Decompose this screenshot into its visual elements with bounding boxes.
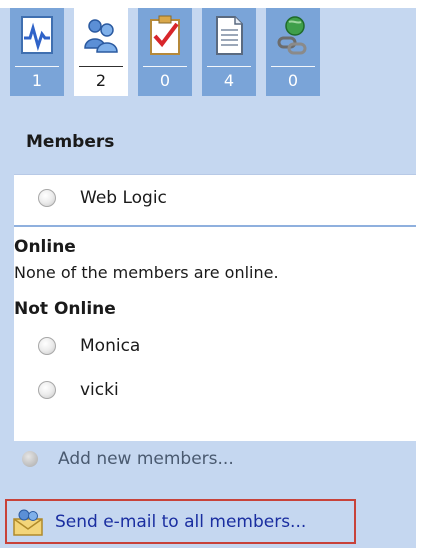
member-list: Web Logic Online None of the members are… (14, 174, 416, 441)
email-icon (13, 509, 43, 536)
tab-count: 2 (95, 71, 107, 90)
tab-tasks[interactable]: 0 (138, 8, 192, 96)
tab-activity[interactable]: 1 (10, 8, 64, 96)
send-email-label: Send e-mail to all members... (55, 511, 307, 532)
documents-icon (216, 16, 243, 55)
online-status-text: None of the members are online. (14, 263, 279, 282)
tab-links[interactable]: 0 (266, 8, 320, 96)
member-name: vicki (80, 380, 119, 400)
add-member-icon (22, 451, 38, 467)
member-name: Web Logic (80, 188, 167, 208)
activity-icon (21, 16, 53, 54)
tab-separator (271, 66, 315, 67)
tab-separator (79, 66, 123, 67)
presence-icon (38, 189, 56, 207)
tab-count: 1 (31, 71, 43, 90)
tab-bar: 1 2 0 4 0 (10, 8, 420, 96)
offline-heading: Not Online (14, 299, 116, 319)
list-item[interactable]: Monica (38, 333, 140, 359)
list-item[interactable]: vicki (38, 377, 119, 403)
tab-count: 4 (223, 71, 235, 90)
add-members-label: Add new members... (58, 449, 234, 469)
panel-title: Members (26, 132, 115, 152)
members-icon (84, 19, 118, 53)
send-email-button[interactable]: Send e-mail to all members... (5, 499, 356, 544)
member-name: Monica (80, 336, 141, 356)
top-strip (0, 0, 430, 8)
divider (14, 225, 416, 227)
tab-separator (15, 66, 59, 67)
add-members-link[interactable]: Add new members... (22, 446, 234, 472)
presence-icon (38, 381, 56, 399)
tasks-icon (150, 15, 180, 55)
tab-separator (207, 66, 251, 67)
online-heading: Online (14, 237, 76, 257)
presence-icon (38, 337, 56, 355)
links-icon (277, 16, 307, 55)
tab-members[interactable]: 2 (74, 8, 128, 96)
tab-count: 0 (287, 71, 299, 90)
tab-documents[interactable]: 4 (202, 8, 256, 96)
tab-count: 0 (159, 71, 171, 90)
tab-separator (143, 66, 187, 67)
list-item[interactable]: Web Logic (38, 185, 167, 211)
